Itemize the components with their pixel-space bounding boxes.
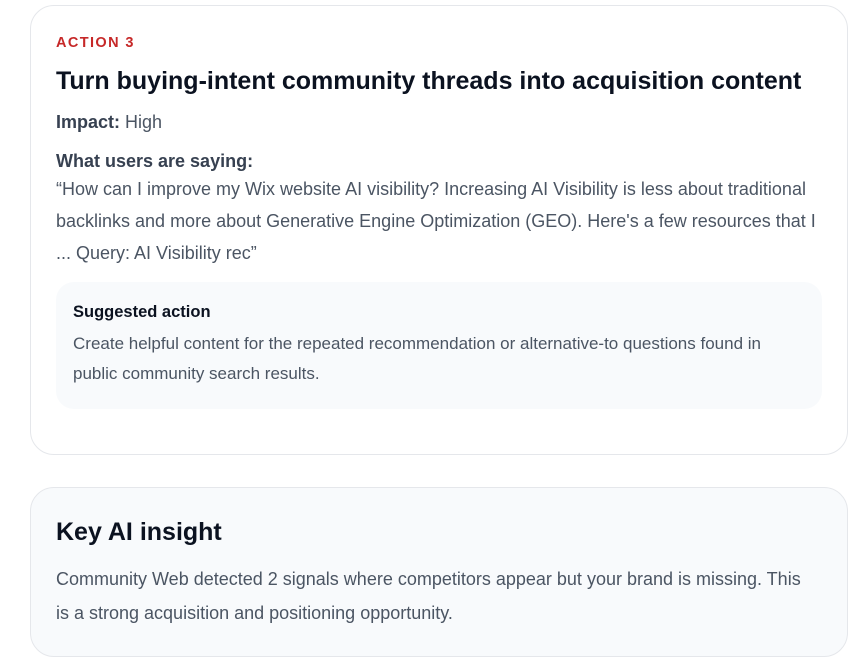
suggested-action-panel: Suggested action Create helpful content … — [56, 282, 822, 409]
suggested-action-title: Suggested action — [73, 303, 211, 321]
user-quote: “How can I improve my Wix website AI vis… — [56, 179, 816, 263]
insight-body: Community Web detected 2 signals where c… — [56, 569, 801, 623]
action-card: ACTION 3 Turn buying-intent community th… — [30, 5, 848, 455]
suggested-action-body: Create helpful content for the repeated … — [73, 334, 761, 383]
action-title: Turn buying-intent community threads int… — [56, 67, 802, 95]
insight-card: Key AI insight Community Web detected 2 … — [30, 487, 848, 657]
impact-label: Impact: — [56, 112, 121, 132]
impact-row: Impact: High — [56, 110, 822, 134]
action-eyebrow: ACTION 3 — [56, 35, 135, 51]
insight-title: Key AI insight — [56, 518, 222, 546]
impact-value: High — [125, 112, 163, 132]
users-saying-label: What users are saying: — [56, 151, 254, 171]
